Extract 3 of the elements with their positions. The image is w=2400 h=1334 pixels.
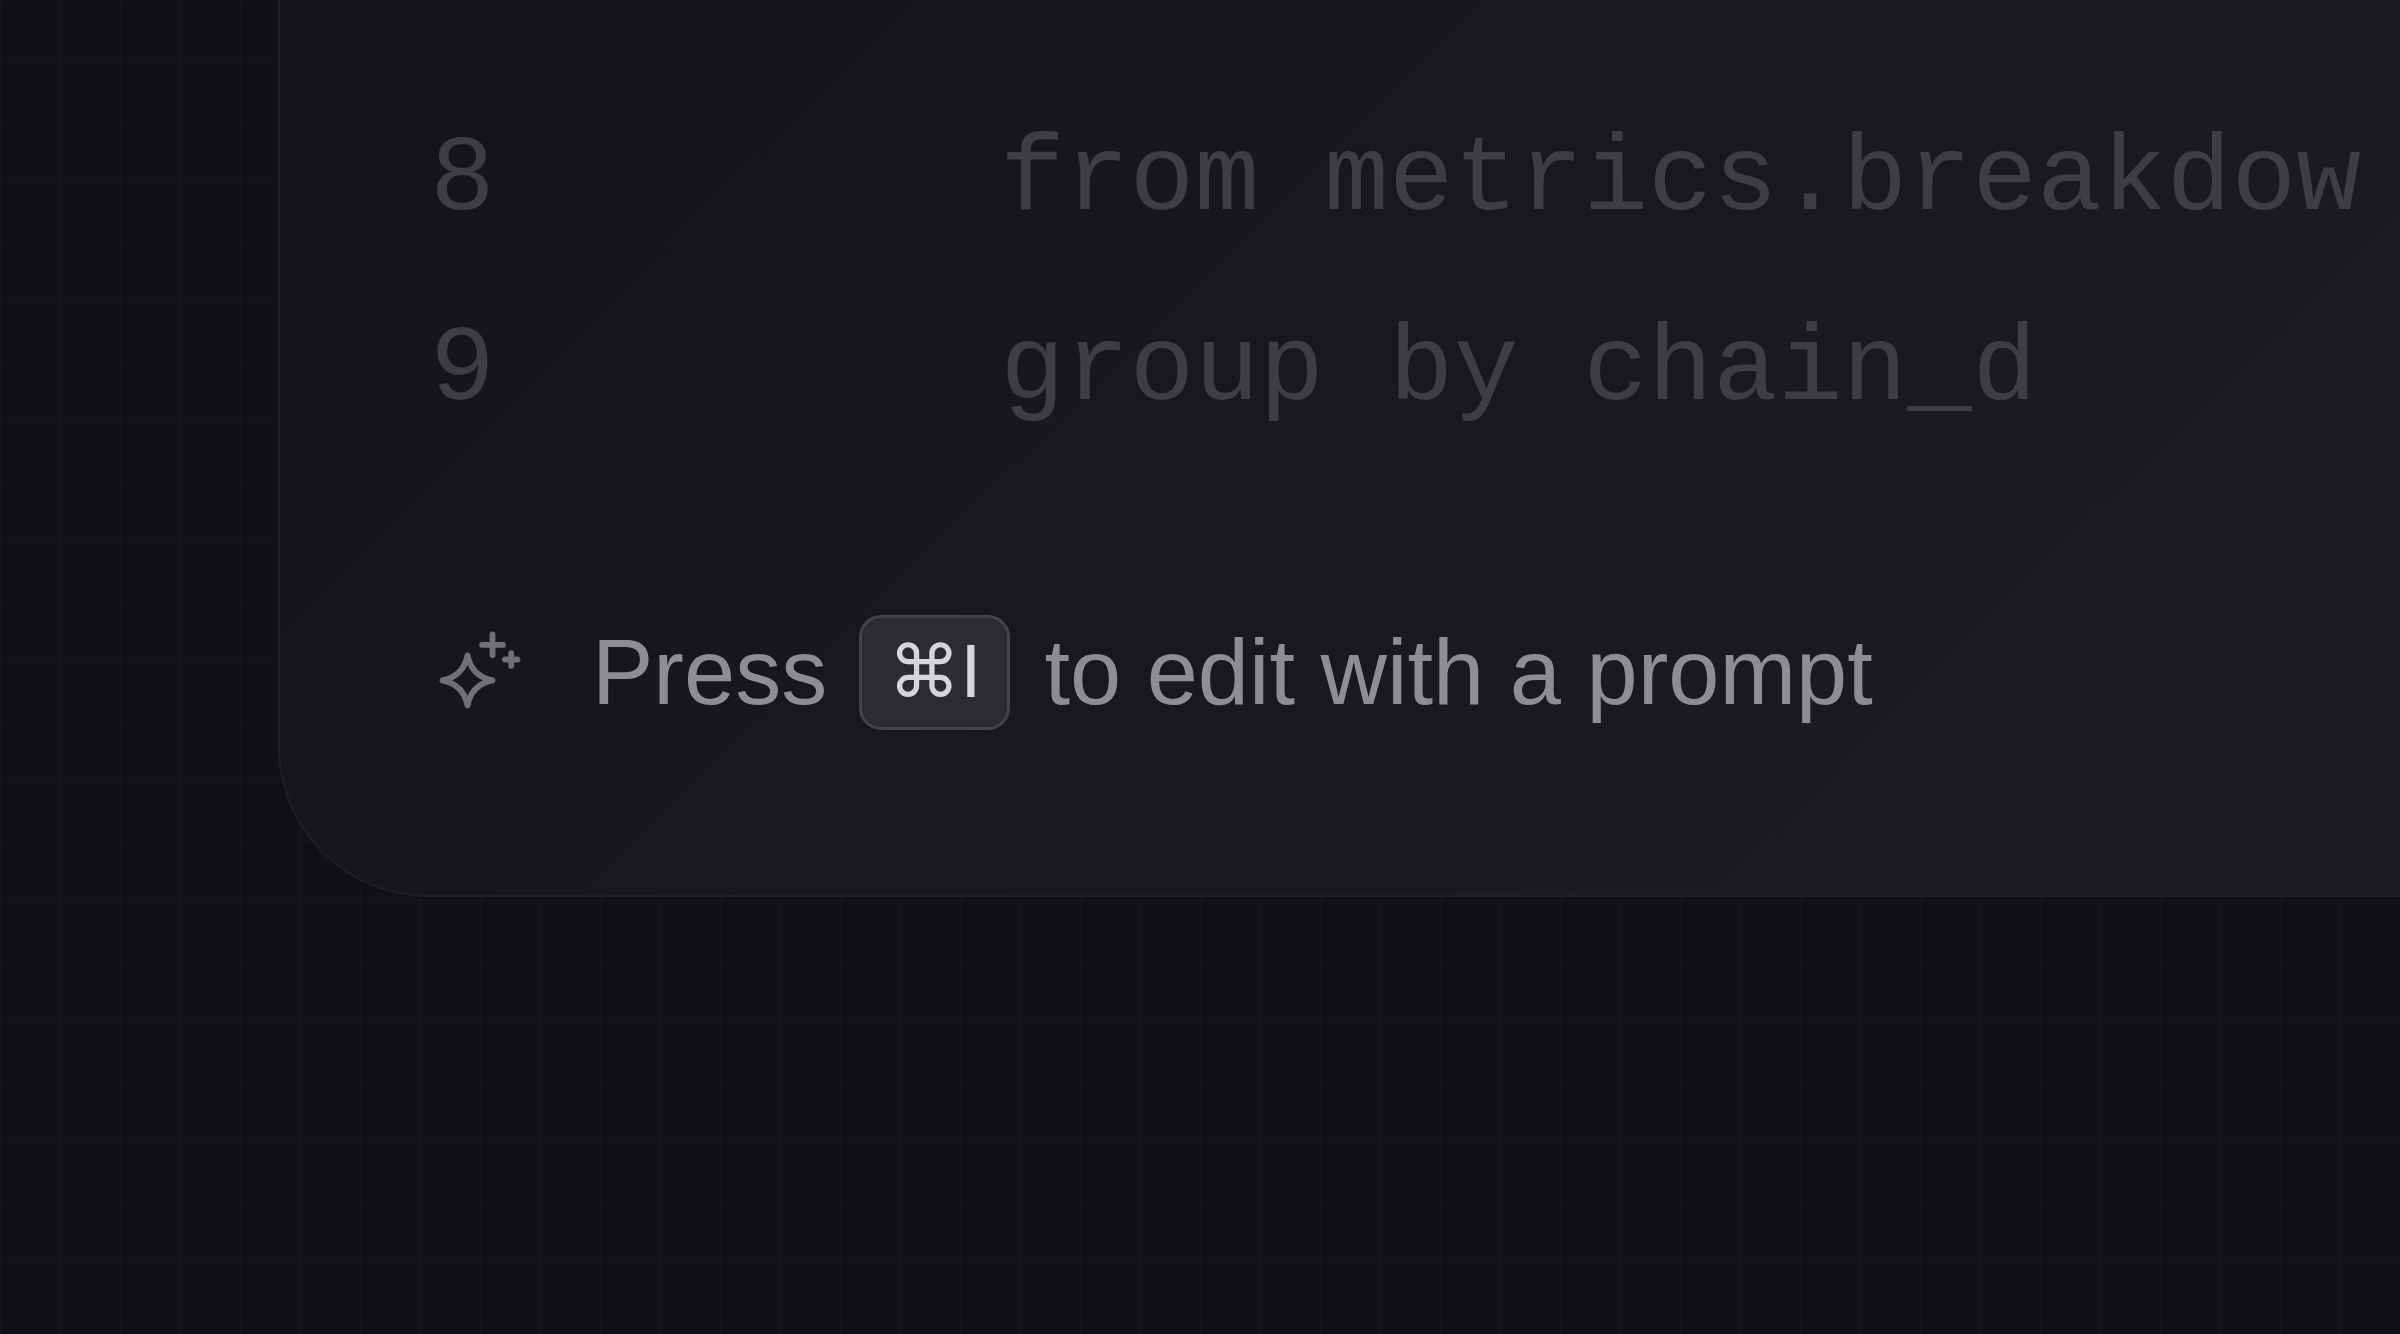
hint-text: Press (592, 620, 828, 725)
hint-text: to edit with a prompt (1044, 620, 1873, 725)
shortcut-key: ⌘I (859, 614, 1011, 730)
